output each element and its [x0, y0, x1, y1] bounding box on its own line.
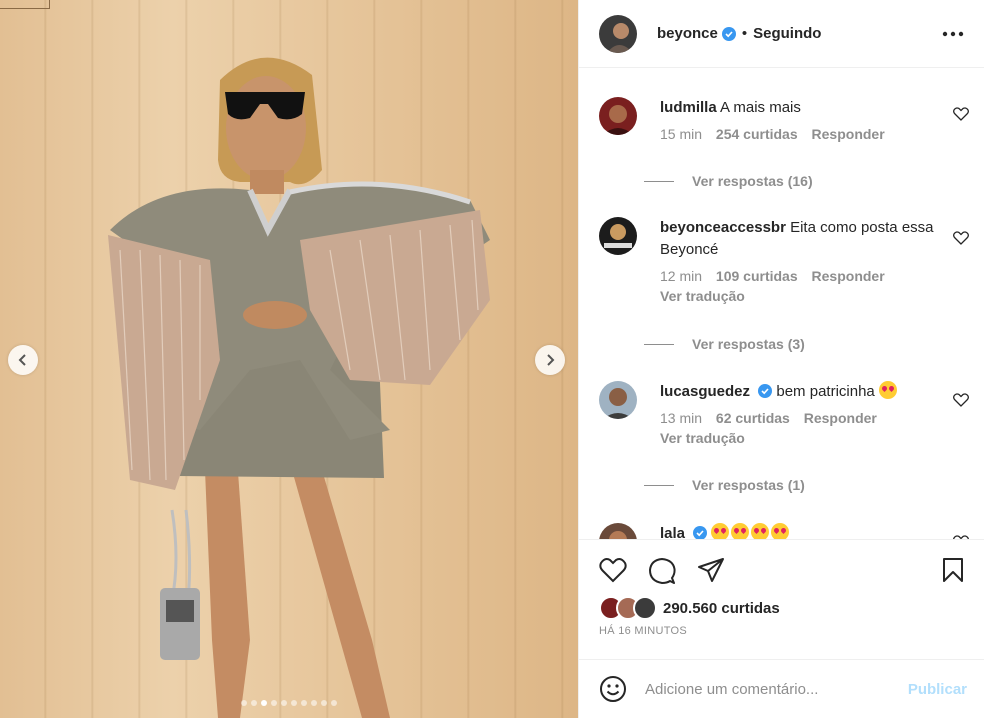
- reply-button[interactable]: Responder: [812, 126, 885, 142]
- comments-list[interactable]: ludmilla A mais mais 15 min 254 curtidas…: [579, 69, 984, 539]
- publish-button[interactable]: Publicar: [908, 681, 967, 698]
- comment-likes[interactable]: 62 curtidas: [716, 410, 790, 426]
- like-comment-heart-icon[interactable]: [953, 107, 969, 121]
- smile-icon[interactable]: [599, 675, 627, 703]
- carousel-dot: [261, 700, 267, 706]
- carousel-dot: [241, 700, 247, 706]
- comment-body: lucasguedez bem patricinha 13 min 62 cur…: [660, 381, 950, 448]
- heart-eyes-emoji-icon: [751, 523, 770, 539]
- replies-divider: [644, 484, 674, 486]
- verified-badge-icon: [758, 384, 773, 398]
- view-replies-label: Ver respostas (1): [692, 477, 805, 493]
- carousel-dot: [291, 700, 297, 706]
- add-comment-bar: Publicar: [579, 659, 984, 718]
- post-media[interactable]: [0, 0, 578, 718]
- commenter-username[interactable]: lucasguedez: [660, 383, 750, 400]
- chevron-right-icon: [547, 354, 555, 366]
- reply-button[interactable]: Responder: [812, 268, 885, 284]
- author-username[interactable]: beyonce: [657, 25, 718, 42]
- heart-eyes-emoji-icon: [731, 523, 750, 539]
- carousel-dot: [251, 700, 257, 706]
- commenter-username[interactable]: lala: [660, 525, 685, 539]
- following-button[interactable]: Seguindo: [753, 25, 821, 42]
- comment-body: lala: [660, 523, 950, 539]
- heart-icon[interactable]: [599, 557, 627, 583]
- like-comment-heart-icon[interactable]: [953, 393, 969, 407]
- verified-badge-icon: [693, 526, 708, 539]
- commenter-avatar[interactable]: [599, 97, 637, 135]
- share-icon[interactable]: [697, 557, 725, 583]
- carousel-dot: [311, 700, 317, 706]
- post-header: beyonce • Seguindo: [579, 0, 984, 68]
- carousel-dot: [331, 700, 337, 706]
- action-icons: [599, 557, 975, 585]
- comment-icon[interactable]: [648, 557, 676, 585]
- view-replies-label: Ver respostas (16): [692, 173, 813, 189]
- likes-summary[interactable]: 290.560 curtidas: [599, 596, 780, 620]
- reply-button[interactable]: Responder: [804, 410, 877, 426]
- see-translation-button[interactable]: Ver tradução: [660, 428, 950, 448]
- comment-meta: 12 min 109 curtidas Responder: [660, 267, 950, 285]
- commenter-username[interactable]: beyonceaccessbr: [660, 219, 786, 236]
- carousel-dot: [281, 700, 287, 706]
- likes-count[interactable]: 290.560 curtidas: [663, 600, 780, 617]
- liker-avatar: [633, 596, 657, 620]
- next-photo-button[interactable]: [535, 345, 565, 375]
- post-actions: 290.560 curtidas HÁ 16 MINUTOS: [579, 539, 984, 659]
- comment-text: A mais mais: [720, 99, 801, 116]
- post-photo: [108, 57, 490, 718]
- comment-meta: 15 min 254 curtidas Responder: [660, 125, 950, 143]
- commenter-avatar[interactable]: [599, 217, 637, 255]
- commenter-avatar[interactable]: [599, 381, 637, 419]
- bookmark-icon[interactable]: [941, 557, 965, 583]
- post-timestamp: HÁ 16 MINUTOS: [599, 625, 688, 637]
- carousel-indicator: [0, 700, 578, 706]
- comment-time: 13 min: [660, 410, 703, 426]
- view-replies-label: Ver respostas (3): [692, 336, 805, 352]
- carousel-dot: [301, 700, 307, 706]
- view-replies-button[interactable]: Ver respostas (16): [644, 173, 813, 189]
- view-replies-button[interactable]: Ver respostas (1): [644, 477, 805, 493]
- comment-meta: 13 min 62 curtidas Responder: [660, 409, 950, 427]
- like-comment-heart-icon[interactable]: [953, 231, 969, 245]
- post-side-panel: beyonce • Seguindo ludmilla A mais mais …: [578, 0, 984, 718]
- comment-likes[interactable]: 109 curtidas: [716, 268, 798, 284]
- chevron-left-icon: [18, 354, 26, 366]
- comment-emojis: [711, 523, 791, 539]
- commenter-username[interactable]: ludmilla: [660, 99, 717, 116]
- comment-input[interactable]: [645, 680, 908, 698]
- picture-frame-edge: [0, 0, 50, 9]
- more-icon[interactable]: [942, 31, 964, 37]
- heart-eyes-emoji-icon: [711, 523, 730, 539]
- heart-eyes-emoji-icon: [771, 523, 790, 539]
- previous-photo-button[interactable]: [8, 345, 38, 375]
- view-replies-button[interactable]: Ver respostas (3): [644, 336, 805, 352]
- verified-badge-icon: [721, 26, 736, 41]
- commenter-avatar[interactable]: [599, 523, 637, 539]
- liker-avatars: [599, 596, 657, 620]
- comment-text: bem patricinha: [776, 383, 875, 400]
- comment-time: 12 min: [660, 268, 703, 284]
- replies-divider: [644, 343, 674, 345]
- carousel-dot: [321, 700, 327, 706]
- see-translation-button[interactable]: Ver tradução: [660, 286, 950, 306]
- comment-time: 15 min: [660, 126, 703, 142]
- replies-divider: [644, 180, 674, 182]
- comment-body: ludmilla A mais mais 15 min 254 curtidas…: [660, 97, 950, 143]
- carousel-dot: [271, 700, 277, 706]
- heart-eyes-emoji-icon: [878, 381, 897, 399]
- comment-body: beyonceaccessbr Eita como posta essa Bey…: [660, 217, 950, 306]
- author-avatar[interactable]: [599, 14, 637, 53]
- comment-likes[interactable]: 254 curtidas: [716, 126, 798, 142]
- separator-dot: •: [741, 25, 748, 42]
